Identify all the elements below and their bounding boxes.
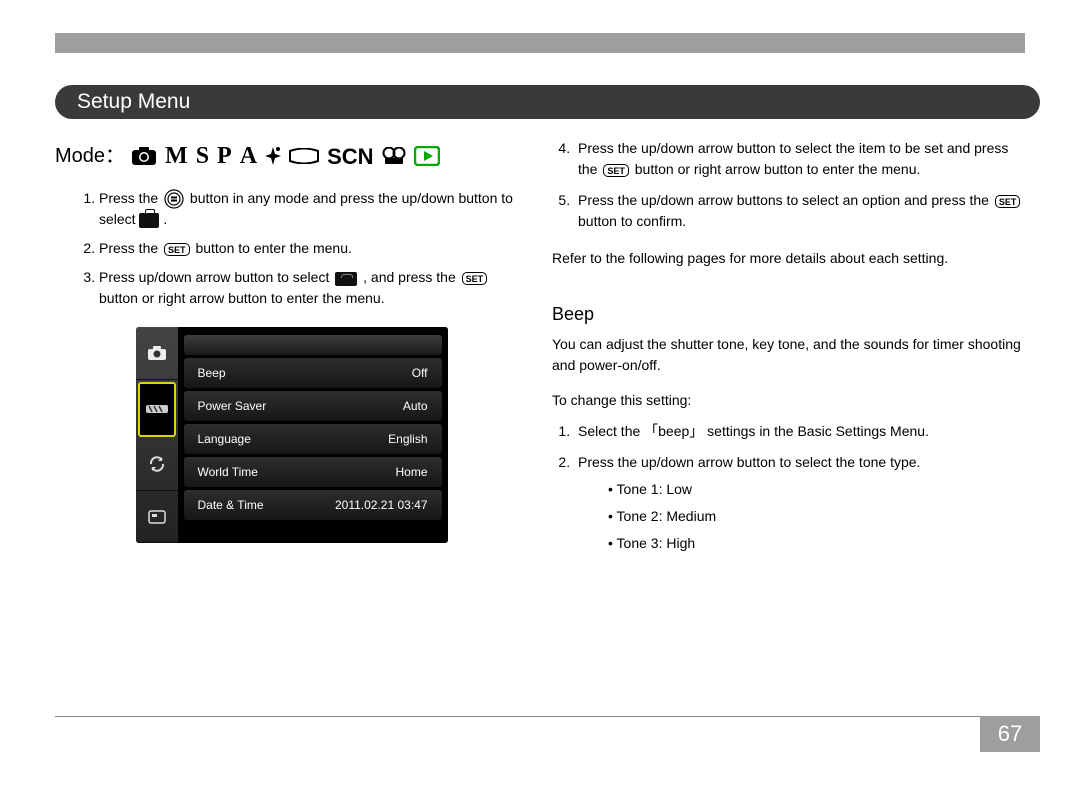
set-button-icon: SET xyxy=(164,243,190,256)
camera-mode-icon xyxy=(131,146,157,166)
tone-item: Tone 3: High xyxy=(608,533,1025,554)
cam-tab-sync-icon xyxy=(136,439,178,491)
camera-sidebar xyxy=(136,327,178,543)
mode-scn: SCN xyxy=(327,140,373,173)
camera-main-list: BeepOff Power SaverAuto LanguageEnglish … xyxy=(178,327,448,543)
tone-list: Tone 1: Low Tone 2: Medium Tone 3: High xyxy=(578,479,1025,554)
to-change-text: To change this setting: xyxy=(552,390,1025,411)
footer-rule xyxy=(55,716,980,752)
panorama-icon xyxy=(289,148,319,164)
mode-a: A xyxy=(240,138,257,174)
tone-item: Tone 1: Low xyxy=(608,479,1025,500)
mode-label: Mode： xyxy=(55,141,125,171)
beep-steps: Select the 「beep」 settings in the Basic … xyxy=(552,421,1025,554)
wrench-bar-icon xyxy=(335,272,357,286)
cam-tab-card-icon xyxy=(136,491,178,543)
set-button-icon: SET xyxy=(995,195,1021,208)
step-2: Press the SET button to enter the menu. xyxy=(99,238,528,259)
page-footer: 67 xyxy=(55,716,1040,752)
menu-wheel-icon xyxy=(164,189,184,209)
section-title: Setup Menu xyxy=(77,90,190,114)
step-1: Press the button in any mode and press t… xyxy=(99,188,528,230)
set-button-icon: SET xyxy=(603,164,629,177)
section-title-bar: Setup Menu xyxy=(55,85,1040,119)
refer-text: Refer to the following pages for more de… xyxy=(552,248,1025,269)
camera-row: World TimeHome xyxy=(184,457,442,487)
top-gray-bar xyxy=(55,33,1025,53)
step-5: Press the up/down arrow buttons to selec… xyxy=(574,190,1025,232)
left-column: Mode： M S P A SCN xyxy=(55,134,528,730)
beep-description: You can adjust the shutter tone, key ton… xyxy=(552,334,1025,376)
camera-row: Power SaverAuto xyxy=(184,391,442,421)
page-number: 67 xyxy=(980,716,1040,752)
mode-p: P xyxy=(217,138,232,174)
right-steps-list: Press the up/down arrow button to select… xyxy=(552,138,1025,232)
cam-tab-camera-icon xyxy=(136,327,178,379)
step-3: Press up/down arrow button to select , a… xyxy=(99,267,528,309)
camera-menu-screenshot: BeepOff Power SaverAuto LanguageEnglish … xyxy=(136,327,448,543)
content-area: Mode： M S P A SCN xyxy=(55,134,1025,730)
camera-list-header xyxy=(184,335,442,355)
tone-item: Tone 2: Medium xyxy=(608,506,1025,527)
mode-row: Mode： M S P A SCN xyxy=(55,138,528,174)
right-column: Press the up/down arrow button to select… xyxy=(552,134,1025,730)
camera-row: LanguageEnglish xyxy=(184,424,442,454)
sparkle-icon xyxy=(265,146,281,166)
step-4: Press the up/down arrow button to select… xyxy=(574,138,1025,180)
mode-s: S xyxy=(196,138,209,174)
suitcase-icon xyxy=(139,213,159,228)
beep-step-1: Select the 「beep」 settings in the Basic … xyxy=(574,421,1025,442)
play-icon xyxy=(414,146,440,166)
camera-row: BeepOff xyxy=(184,358,442,388)
mode-m: M xyxy=(165,138,188,174)
cam-tab-settings-icon xyxy=(138,382,176,437)
beep-heading: Beep xyxy=(552,301,1025,328)
set-button-icon: SET xyxy=(462,272,488,285)
left-steps-list: Press the button in any mode and press t… xyxy=(55,188,528,309)
camera-row: Date & Time2011.02.21 03:47 xyxy=(184,490,442,520)
beep-step-2: Press the up/down arrow button to select… xyxy=(574,452,1025,554)
mode-icons: M S P A SCN xyxy=(131,138,439,174)
movie-icon xyxy=(382,147,406,165)
